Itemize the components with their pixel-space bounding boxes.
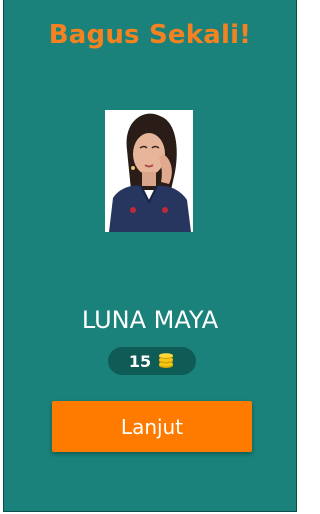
answer-name: LUNA MAYA — [81, 306, 219, 334]
celebrity-photo — [105, 110, 193, 232]
result-screen: Bagus Sekali! LUNA MAYA 15 Lanjut — [3, 0, 297, 512]
page-title: Bagus Sekali! — [48, 20, 252, 50]
coin-count: 15 — [128, 351, 152, 371]
next-button[interactable]: Lanjut — [52, 401, 252, 452]
coin-counter: 15 — [108, 347, 196, 375]
coin-stack-icon — [157, 353, 175, 369]
